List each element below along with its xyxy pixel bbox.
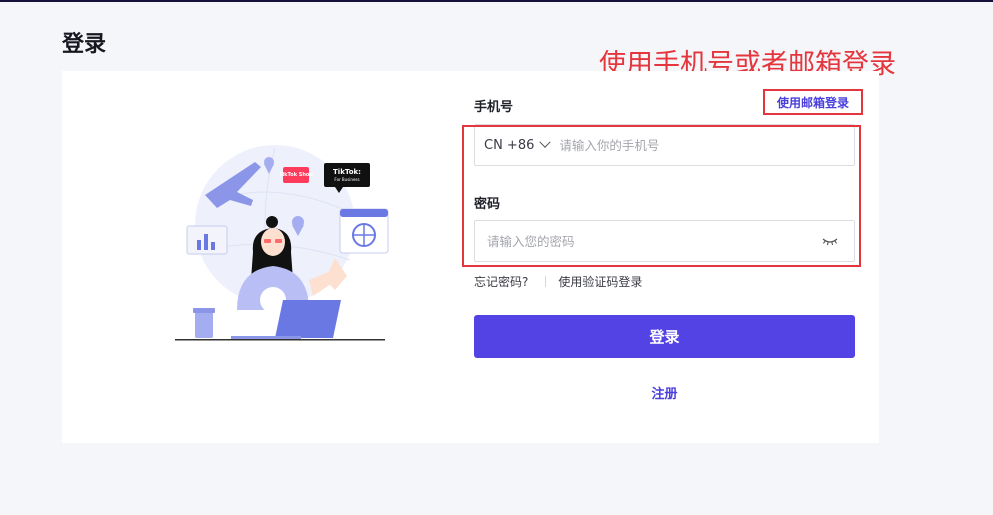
password-input[interactable] <box>487 221 820 261</box>
eye-closed-icon[interactable] <box>820 234 840 248</box>
phone-field: CN +86 <box>474 124 855 166</box>
country-code-value: CN +86 <box>484 137 535 153</box>
svg-text:TikTok Shop: TikTok Shop <box>279 172 313 178</box>
phone-label: 手机号 <box>474 100 514 115</box>
top-bar-line <box>0 0 993 2</box>
code-login-link[interactable]: 使用验证码登录 <box>558 273 642 290</box>
switch-to-email-link[interactable]: 使用邮箱登录 <box>763 89 863 115</box>
svg-text:For Business: For Business <box>334 177 359 182</box>
coffee-cup-icon <box>193 308 215 338</box>
svg-text:TikTok:: TikTok: <box>333 168 361 176</box>
forgot-password-link[interactable]: 忘记密码? <box>474 273 528 290</box>
country-code-select[interactable]: CN +86 <box>475 125 559 165</box>
login-button[interactable]: 登录 <box>474 315 855 358</box>
login-illustration: TikTok Shop TikTok: For Business <box>175 145 389 341</box>
divider <box>545 276 547 287</box>
password-label: 密码 <box>474 197 501 212</box>
auxiliary-links: 忘记密码? 使用验证码登录 <box>474 273 642 290</box>
chevron-down-icon <box>539 136 552 148</box>
bar-chart-icon <box>186 225 228 255</box>
tiktok-shop-badge: TikTok Shop <box>279 167 313 183</box>
phone-input[interactable] <box>559 125 854 165</box>
globe-window-icon <box>339 208 389 254</box>
page-title: 登录 <box>62 32 107 57</box>
desk-line <box>175 339 385 341</box>
password-field <box>474 220 855 262</box>
register-link[interactable]: 注册 <box>474 383 855 402</box>
